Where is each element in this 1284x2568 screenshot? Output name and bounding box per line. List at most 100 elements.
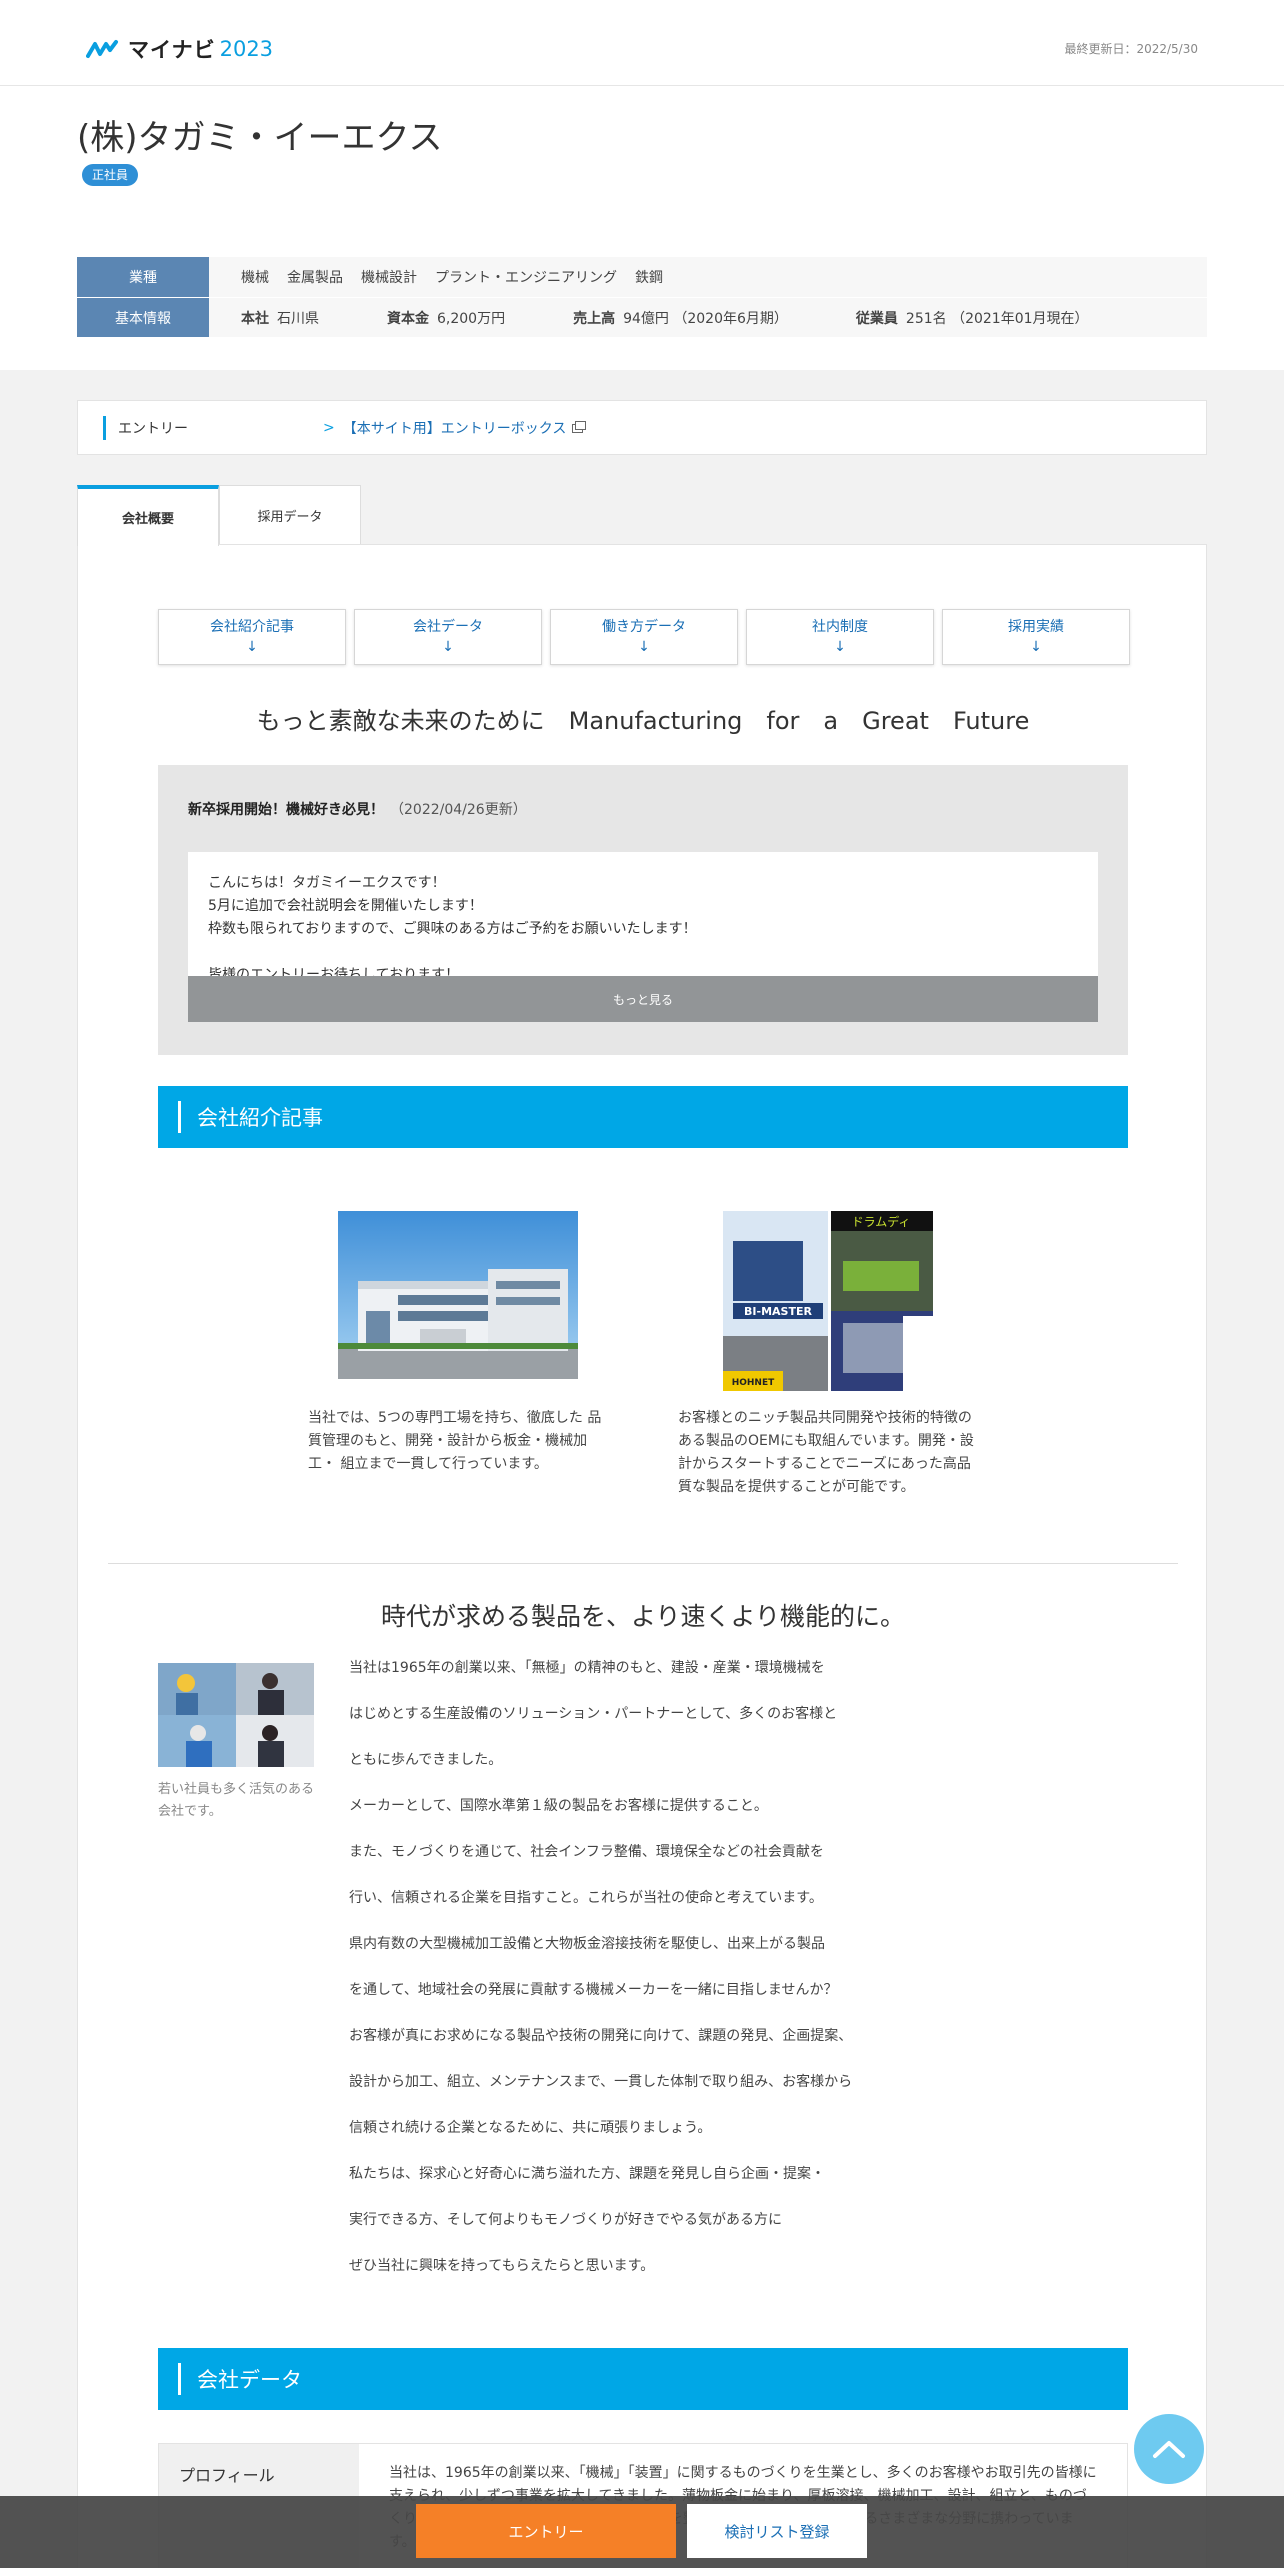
article-card[interactable]: BI-MASTER ドラムディ HOHNET お客様とのニッチ製品共同開発や技術… (678, 1211, 978, 1499)
intro-line: はじめとする生産設備のソリューション・パートナーとして、多くのお客様と (349, 1706, 838, 1722)
hq-pair: 本社 石川県 (241, 308, 337, 328)
intro-line: 県内有数の大型機械加工設備と大物板金溶接技術を駆使し、出来上がる製品 (349, 1936, 825, 1952)
section-title: 会社紹介記事 (197, 1106, 323, 1130)
anchor-label: 会社データ (413, 619, 483, 635)
section-title: 会社データ (197, 2368, 302, 2392)
entry-bar: エントリー > 【本サイト用】エントリーボックス (77, 400, 1207, 455)
intro-line: 当社は1965年の創業以来、「無極」の精神のもと、建設・産業・環境機械を (349, 1660, 825, 1676)
anchor-internal-systems[interactable]: 社内制度 ↓ (746, 609, 934, 665)
external-window-icon (572, 420, 587, 433)
intro-line: ぜひ当社に興味を持ってもらえたらと思います。 (349, 2258, 655, 2274)
sales-key: 売上高 (573, 310, 616, 327)
anchor-nav: 会社紹介記事 ↓ 会社データ ↓ 働き方データ ↓ 社内制度 ↓ 採用実績 ↓ (158, 609, 1130, 665)
intro-line: ともに歩んできました。 (349, 1752, 503, 1768)
product-poster-image: BI-MASTER ドラムディ HOHNET (723, 1211, 933, 1391)
mynavi-logo[interactable]: マイナビ 2023 (86, 34, 273, 64)
main-content: 会社紹介記事 ↓ 会社データ ↓ 働き方データ ↓ 社内制度 ↓ 採用実績 ↓ もっと素敵… (77, 544, 1207, 2568)
section-header-accent (178, 2363, 181, 2395)
anchor-label: 働き方データ (602, 619, 686, 635)
intro-line: 私たちは、探求心と好奇心に満ち溢れた方、課題を発見し自ら企画・提案・ (349, 2166, 825, 2182)
entry-bar-accent (103, 415, 106, 440)
article-card[interactable]: 当社では、5つの専門工場を持ち、徹底した 品質管理のもと、開発・設計から板金・機… (308, 1211, 608, 1499)
article-image-factory (308, 1211, 608, 1391)
article-text: お客様とのニッチ製品共同開発や技術的特徴のある製品のOEMにも取組んでいます。開… (678, 1410, 974, 1495)
industry-values: 機械 金属製品 機械設計 プラント・エンジニアリング 鉄鋼 (209, 257, 1207, 297)
intro-line: また、モノづくりを通じて、社会インフラ整備、環境保全などの社会貢献を (349, 1844, 824, 1860)
entry-button[interactable]: エントリー (416, 2504, 676, 2558)
intro-title: 時代が求める製品を、より速くより機能的に。 (380, 1602, 905, 1631)
arrow-down-icon: ↓ (834, 639, 846, 655)
arrow-down-icon: ↓ (246, 639, 258, 655)
industry-item: 機械設計 (361, 270, 417, 286)
anchor-work-style-data[interactable]: 働き方データ ↓ (550, 609, 738, 665)
anchor-label: 採用実績 (1008, 619, 1064, 635)
chevron-up-icon (1153, 2441, 1185, 2458)
arrow-down-icon: ↓ (1030, 639, 1042, 655)
employees-pair: 従業員 251名 （2021年01月現在） (856, 308, 1107, 328)
article-list: 当社では、5つの専門工場を持ち、徹底した 品質管理のもと、開発・設計から板金・機… (308, 1211, 978, 1499)
capital-value: 6,200万円 (437, 310, 506, 327)
intro-line: お客様が真にお求めになる製品や技術の開発に向けて、課題の発見、企画提案、 (349, 2028, 853, 2044)
industry-item: プラント・エンジニアリング (435, 270, 617, 286)
entry-box-link[interactable]: 【本サイト用】エントリーボックス (343, 418, 587, 438)
section-header-company-data: 会社データ (158, 2348, 1128, 2410)
news-line: 5月に追加で会社説明会を開催いたします！ (208, 898, 483, 914)
hq-value: 石川県 (277, 310, 319, 327)
news-more-button[interactable]: もっと見る (188, 976, 1098, 1022)
capital-key: 資本金 (387, 310, 429, 327)
bottom-action-bar: エントリー 検討リスト登録 (0, 2496, 1284, 2568)
tab-recruitment-data[interactable]: 採用データ (219, 485, 361, 545)
article-text: 当社では、5つの専門工場を持ち、徹底した 品質管理のもと、開発・設計から板金・機… (308, 1410, 602, 1472)
arrow-down-icon: ↓ (638, 639, 650, 655)
anchor-label: 会社紹介記事 (210, 619, 294, 635)
sales-pair: 売上高 94億円 （2020年6月期） (573, 308, 806, 328)
employees-key: 従業員 (855, 310, 898, 327)
factory-building-image (338, 1211, 578, 1379)
intro-line: 実行できる方、そして何よりもモノづくりが好きでやる気がある方に (349, 2212, 783, 2228)
last-updated: 最終更新日：2022/5/30 (1064, 42, 1198, 56)
intro-photo: 若い社員も多く活気のある会社です。 (158, 1663, 314, 1823)
poster-brand-2: HOHNET (732, 1378, 775, 1388)
employees-photo-image (158, 1663, 314, 1767)
section-header-accent (178, 1101, 181, 1133)
logo-year: 2023 (219, 37, 274, 61)
intro-line: 信頼され続ける企業となるために、共に頑張りましょう。 (349, 2120, 712, 2136)
arrow-down-icon: ↓ (442, 639, 454, 655)
entry-label: エントリー (118, 420, 188, 437)
chevron-right-icon: > (323, 419, 335, 436)
news-line (208, 941, 1078, 964)
industry-item: 機械 (241, 270, 269, 286)
company-info-table: 業種 機械 金属製品 機械設計 プラント・エンジニアリング 鉄鋼 基本情報 本社… (77, 257, 1207, 337)
anchor-hiring-record[interactable]: 採用実績 ↓ (942, 609, 1130, 665)
basic-info-row: 基本情報 本社 石川県 資本金 6,200万円 売上高 94億円 （2020年6月期）… (77, 297, 1207, 337)
basic-info-values: 本社 石川県 資本金 6,200万円 売上高 94億円 （2020年6月期） 従業員 2… (209, 298, 1207, 337)
anchor-company-articles[interactable]: 会社紹介記事 ↓ (158, 609, 346, 665)
section-divider (108, 1563, 1178, 1564)
anchor-company-data[interactable]: 会社データ ↓ (354, 609, 542, 665)
industry-label: 業種 (77, 257, 209, 297)
news-title-text: 新卒採用開始！機械好き必見！ (188, 802, 384, 818)
scroll-to-top-button[interactable] (1134, 2414, 1204, 2484)
intro-text: 当社は1965年の創業以来、「無極」の精神のもと、建設・産業・環境機械を はじめ… (349, 1655, 909, 2299)
capital-pair: 資本金 6,200万円 (387, 308, 523, 328)
mynavi-logo-mark-icon (86, 40, 118, 58)
news-title: 新卒採用開始！機械好き必見！ （2022/04/26更新） (188, 799, 527, 819)
news-line: こんにちは！タガミイーエクスです！ (208, 875, 446, 891)
add-to-list-button[interactable]: 検討リスト登録 (687, 2504, 867, 2558)
news-date: （2022/04/26更新） (390, 802, 527, 818)
article-image-products: BI-MASTER ドラムディ HOHNET (678, 1211, 978, 1391)
news-box: 新卒採用開始！機械好き必見！ （2022/04/26更新） こんにちは！タガミイー… (158, 765, 1128, 1055)
intro-line: を通して、地域社会の発展に貢献する機械メーカーを一緒に目指しませんか？ (349, 1982, 838, 1998)
anchor-label: 社内制度 (812, 619, 868, 635)
employment-type-badge: 正社員 (82, 164, 139, 186)
intro-line: 行い、信頼される企業を目指すこと。これらが当社の使命と考えています。 (349, 1890, 823, 1906)
sales-value: 94億円 （2020年6月期） (623, 310, 788, 327)
section-header-articles: 会社紹介記事 (158, 1086, 1128, 1148)
industry-row: 業種 機械 金属製品 機械設計 プラント・エンジニアリング 鉄鋼 (77, 257, 1207, 297)
poster-tag: ドラムディ (852, 1214, 911, 1229)
catchcopy: もっと素敵な未来のために Manufacturing for a Great F… (256, 707, 1030, 735)
logo-text: マイナビ (128, 38, 216, 62)
tab-company-overview[interactable]: 会社概要 (77, 485, 219, 546)
industry-item: 金属製品 (287, 270, 343, 286)
employees-value: 251名 （2021年01月現在） (905, 310, 1089, 327)
